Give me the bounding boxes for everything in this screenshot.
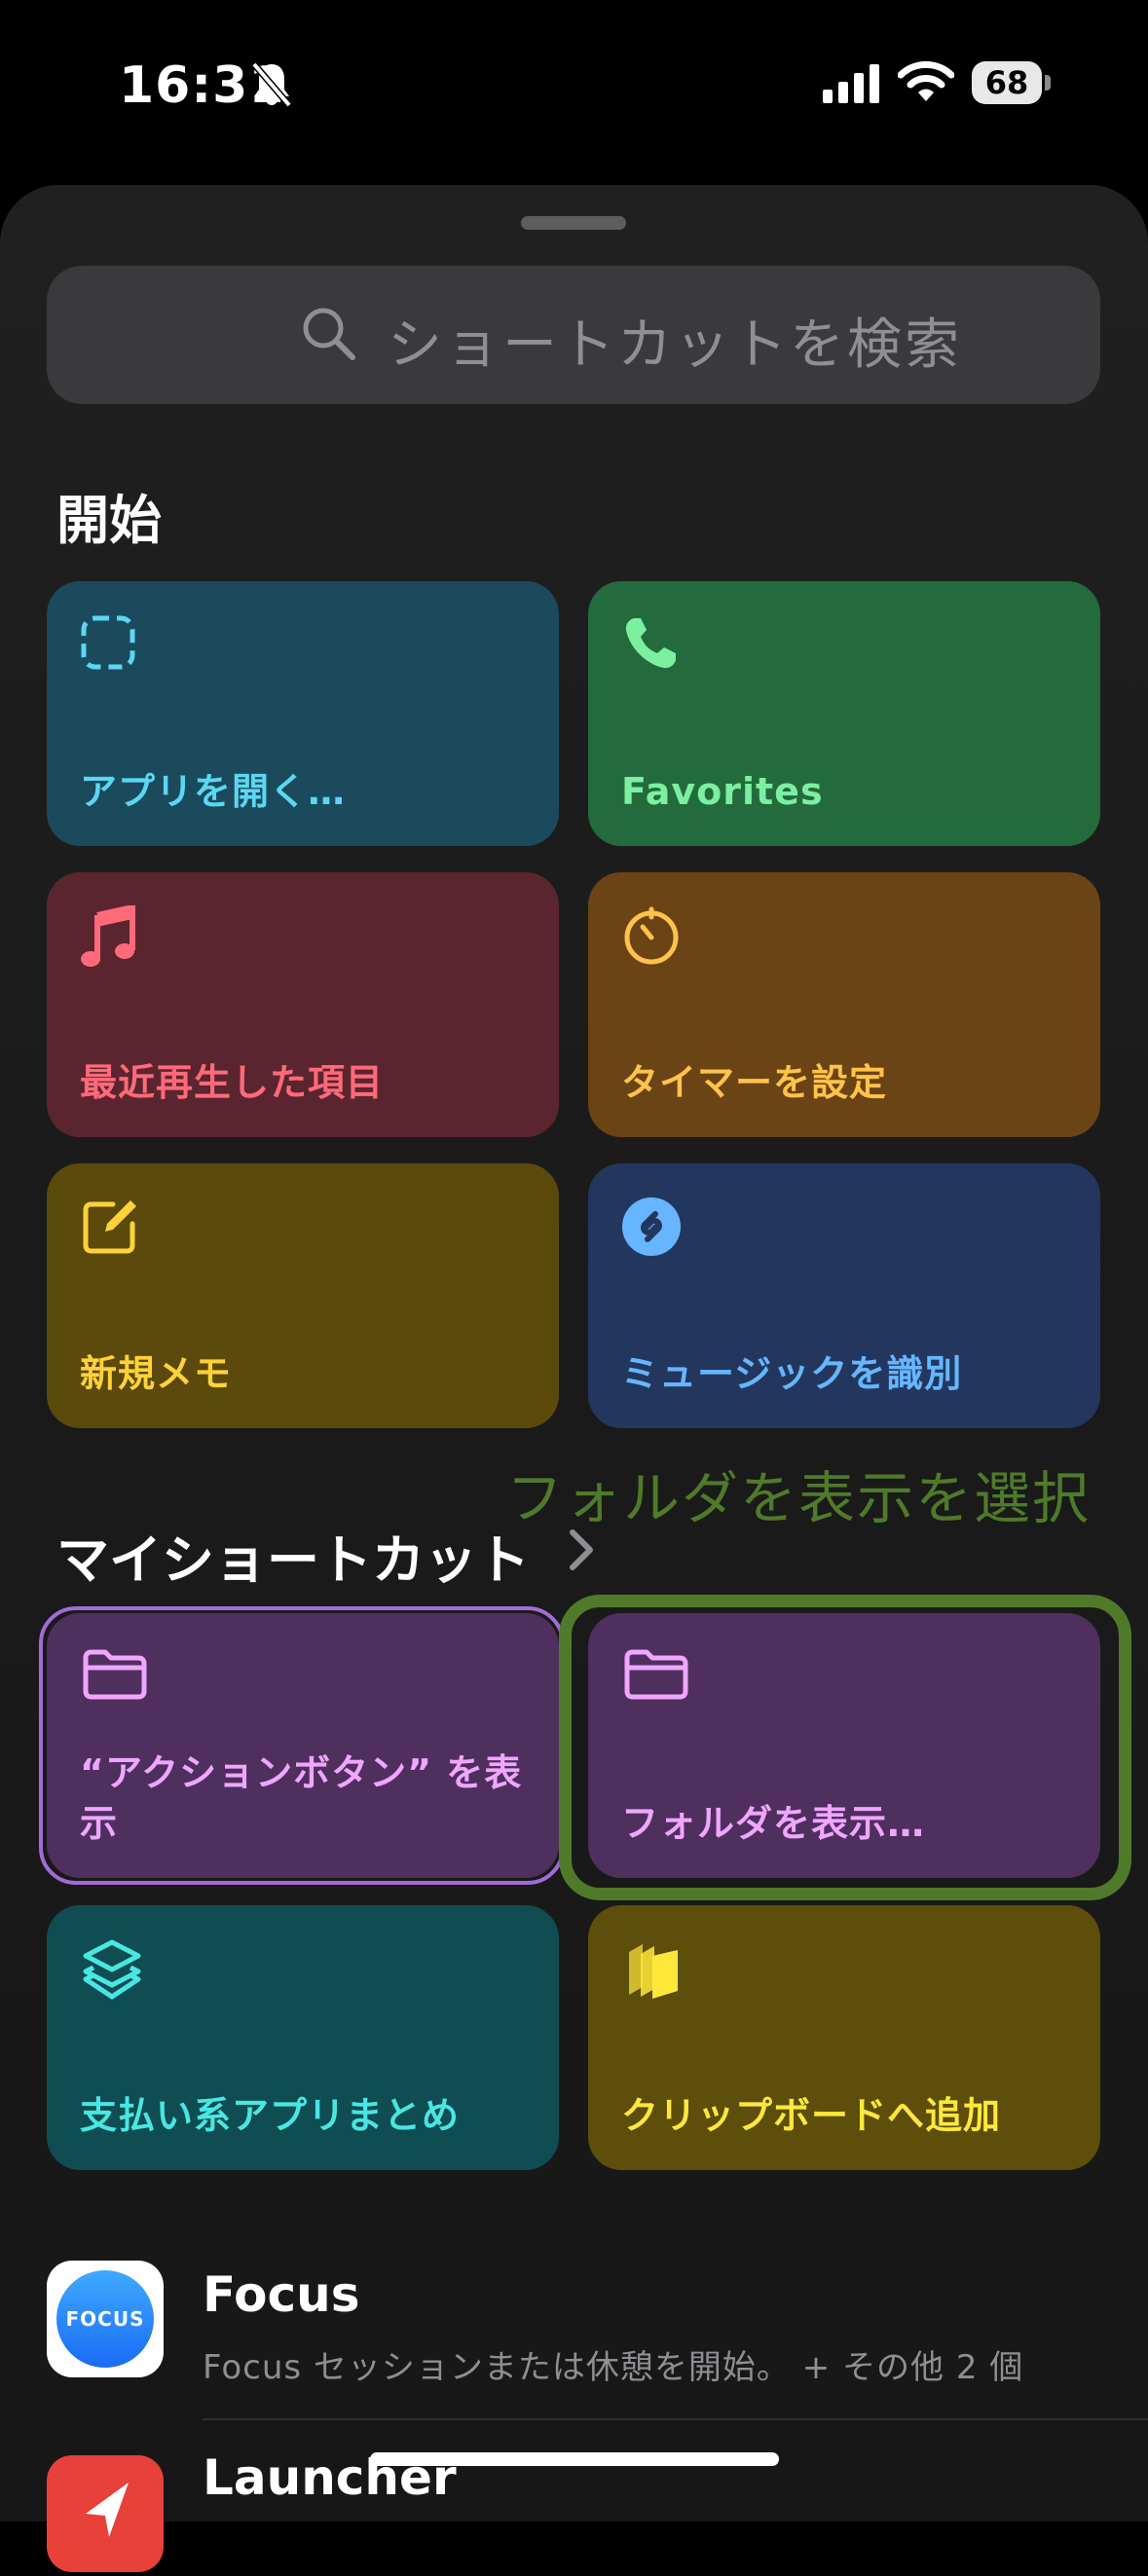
highlight-frame — [559, 1595, 1131, 1900]
tile-open-app[interactable]: アプリを開く… — [47, 581, 559, 846]
silent-bell-icon — [249, 60, 294, 113]
annotation-select-show-folder: フォルダを表示を選択 — [506, 1465, 1092, 1531]
tile-identify-music[interactable]: ミュージックを識別 — [588, 1163, 1100, 1428]
tile-label: 最近再生した項目 — [80, 1061, 385, 1104]
timer-icon — [621, 905, 682, 970]
tile-recently-played[interactable]: 最近再生した項目 — [47, 872, 559, 1137]
tile-label: クリップボードへ追加 — [621, 2094, 1002, 2137]
tile-label: “アクションボタン” を表示 — [80, 1751, 523, 1845]
cellular-signal-icon — [823, 64, 881, 107]
search-field[interactable]: ショートカットを検索 — [47, 266, 1100, 404]
focus-logo: FOCUS — [56, 2270, 154, 2368]
search-icon — [303, 308, 355, 360]
tile-label: アプリを開く… — [80, 770, 347, 813]
arrow-icon — [86, 2483, 129, 2537]
shazam-icon — [621, 1196, 682, 1261]
launcher-app-icon[interactable] — [47, 2455, 164, 2572]
section-title-start: 開始 — [56, 490, 162, 551]
tile-label: タイマーを設定 — [621, 1061, 888, 1104]
phone-icon — [621, 614, 680, 677]
search-placeholder: ショートカットを検索 — [388, 313, 962, 377]
tile-set-timer[interactable]: タイマーを設定 — [588, 872, 1100, 1137]
battery-tip — [1045, 75, 1051, 91]
tile-label: ミュージックを識別 — [621, 1352, 963, 1395]
tile-new-memo[interactable]: 新規メモ — [47, 1163, 559, 1428]
tile-add-to-clipboard[interactable]: クリップボードへ追加 — [588, 1905, 1100, 2170]
shortcuts-sheet: ショートカットを検索 開始 アプリを開く… Favorites 最近再生した項目… — [0, 185, 1148, 2521]
tile-label: 支払い系アプリまとめ — [80, 2094, 461, 2137]
clipboard-stack-icon — [621, 1938, 685, 2006]
status-bar: 16:31 68 — [0, 0, 1148, 175]
divider — [203, 2418, 1148, 2420]
layers-icon — [80, 1938, 144, 2006]
sheet-grabber[interactable] — [521, 216, 626, 230]
tile-favorites[interactable]: Favorites — [588, 581, 1100, 846]
tile-label: Favorites — [621, 770, 824, 813]
wifi-icon — [897, 60, 955, 107]
app-name: Focus — [203, 2266, 360, 2323]
tile-label: 新規メモ — [80, 1352, 233, 1395]
section-title-my-shortcuts[interactable]: マイショートカット — [56, 1517, 530, 1594]
app-subtitle: Focus セッションまたは休憩を開始。 + その他 2 個 — [203, 2348, 1024, 2387]
folder-icon — [80, 1646, 150, 1705]
home-indicator[interactable] — [370, 2452, 779, 2466]
tile-payment-apps[interactable]: 支払い系アプリまとめ — [47, 1905, 559, 2170]
compose-icon — [80, 1196, 140, 1261]
app-row-focus[interactable]: FOCUS Focus Focus セッションまたは休憩を開始。 + その他 2… — [47, 2261, 1148, 2387]
chevron-right-icon[interactable] — [567, 1527, 596, 1573]
music-note-icon — [80, 903, 136, 974]
dashed-square-icon — [80, 614, 136, 675]
focus-app-icon: FOCUS — [47, 2261, 164, 2377]
tile-show-action-button[interactable]: “アクションボタン” を表示 — [47, 1613, 559, 1878]
battery-level: 68 — [972, 61, 1042, 104]
